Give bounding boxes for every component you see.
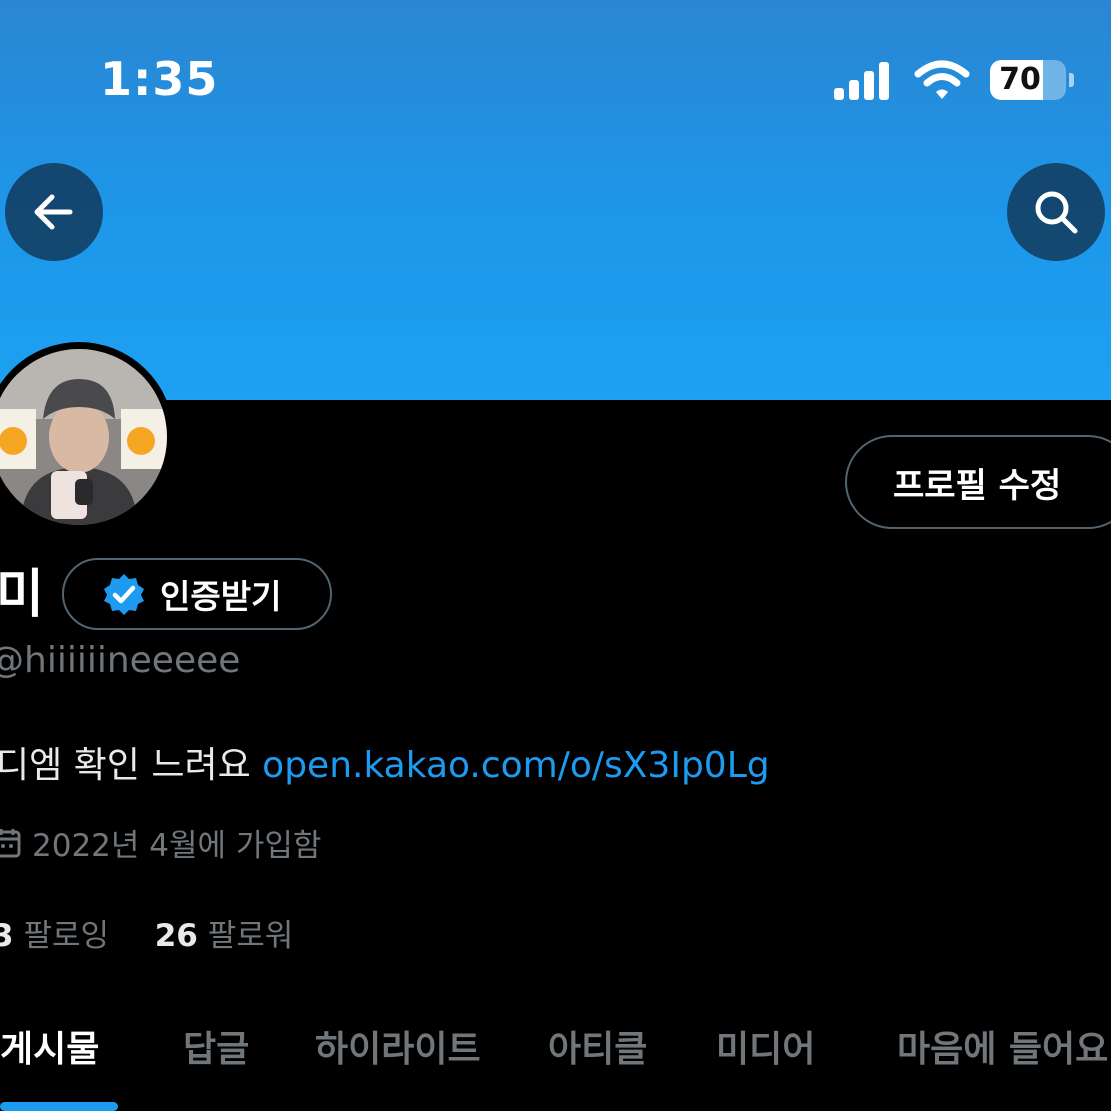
bio-link[interactable]: open.kakao.com/o/sX3Ip0Lg <box>262 745 769 786</box>
following-label: 팔로잉 <box>23 918 109 954</box>
profile-handle: @hiiiiiineeeee <box>0 640 241 681</box>
followers-label: 팔로워 <box>207 918 294 954</box>
verified-badge-icon <box>104 574 144 615</box>
display-name: 미 <box>0 565 44 625</box>
get-verified-button[interactable]: 인증받기 <box>62 558 332 630</box>
bio-text: 디엠 확인 느려요 <box>0 745 263 786</box>
tab-media[interactable]: 미디어 <box>716 1020 815 1072</box>
joined-text: 2022년 4월에 가입함 <box>32 828 322 864</box>
calendar-icon <box>0 828 21 857</box>
followers-count: 26 <box>154 918 198 954</box>
battery-icon: 70 <box>990 60 1066 100</box>
profile-bio: 디엠 확인 느려요 open.kakao.com/o/sX3Ip0Lg <box>0 736 770 788</box>
wifi-icon <box>914 60 970 99</box>
cellular-signal-icon <box>834 62 889 100</box>
follow-stats: 3 팔로잉 26 팔로워 <box>0 910 293 955</box>
joined-date: 2022년 4월에 가입함 <box>0 820 321 865</box>
profile-tabs: 게시물 답글 하이라이트 아티클 미디어 마음에 들어요 <box>0 1010 1111 1111</box>
get-verified-label: 인증받기 <box>160 577 282 616</box>
following-link[interactable]: 3 팔로잉 <box>0 918 109 954</box>
tab-articles[interactable]: 아티클 <box>548 1020 647 1072</box>
search-button[interactable] <box>1007 163 1105 261</box>
battery-percent: 70 <box>999 62 1041 97</box>
edit-profile-button[interactable]: 프로필 수정 <box>845 435 1111 529</box>
back-button[interactable] <box>5 163 103 261</box>
followers-link[interactable]: 26 팔로워 <box>155 918 294 954</box>
active-tab-indicator <box>0 1102 118 1111</box>
following-count: 3 <box>0 918 14 954</box>
tab-replies[interactable]: 답글 <box>183 1020 249 1072</box>
battery-nub <box>1069 73 1074 87</box>
search-icon <box>1035 191 1078 234</box>
status-time: 1:35 <box>100 52 219 106</box>
status-icons: 70 <box>832 58 1082 102</box>
avatar-photo <box>0 349 167 525</box>
tab-posts[interactable]: 게시물 <box>0 1020 99 1072</box>
tab-highlights[interactable]: 하이라이트 <box>315 1020 481 1072</box>
tab-likes[interactable]: 마음에 들어요 <box>897 1020 1108 1072</box>
arrow-left-icon <box>34 194 73 230</box>
